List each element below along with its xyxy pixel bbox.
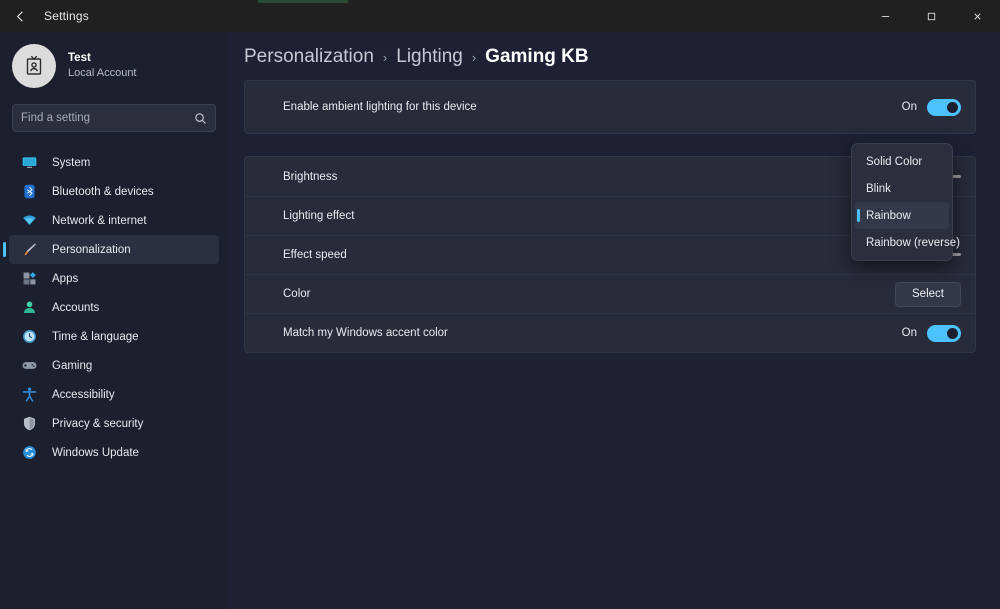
- settings-window: Settings Test Local Account Find a setti…: [0, 0, 1000, 609]
- sidebar-item-label: Time & language: [52, 330, 139, 343]
- accessibility-icon: [19, 385, 39, 405]
- menu-item-solid-color[interactable]: Solid Color: [855, 148, 949, 175]
- sidebar-nav: System Bluetooth & devices Network & inter…: [0, 148, 228, 467]
- breadcrumb-separator: ›: [382, 50, 388, 65]
- sidebar-item-privacy-security[interactable]: Privacy & security: [9, 409, 219, 438]
- user-profile[interactable]: Test Local Account: [0, 32, 228, 90]
- monitor-icon: [19, 153, 39, 173]
- ambient-lighting-label: Enable ambient lighting for this device: [283, 101, 477, 113]
- sidebar-item-label: Accounts: [52, 301, 100, 314]
- sidebar-item-label: Privacy & security: [52, 417, 144, 430]
- color-row: Color Select: [245, 274, 975, 313]
- ambient-lighting-row: Enable ambient lighting for this device …: [245, 81, 975, 133]
- minimize-button[interactable]: [862, 0, 908, 32]
- sidebar-item-label: System: [52, 156, 91, 169]
- sidebar-item-label: Personalization: [52, 243, 131, 256]
- sidebar-item-accessibility[interactable]: Accessibility: [9, 380, 219, 409]
- clock-icon: [19, 327, 39, 347]
- title-bar: Settings: [0, 0, 1000, 32]
- ambient-lighting-card: Enable ambient lighting for this device …: [244, 80, 976, 134]
- color-select-button[interactable]: Select: [895, 281, 961, 307]
- sidebar-item-label: Gaming: [52, 359, 93, 372]
- titlebar-accent-sliver: [258, 0, 348, 3]
- ambient-toggle-state: On: [901, 101, 917, 113]
- search-input[interactable]: [21, 112, 194, 124]
- sidebar: Test Local Account System Bluetooth & dev…: [0, 32, 228, 609]
- avatar: [12, 44, 56, 88]
- effect-speed-label: Effect speed: [283, 249, 347, 261]
- profile-account-type: Local Account: [68, 67, 137, 80]
- maximize-button[interactable]: [908, 0, 954, 32]
- menu-item-rainbow[interactable]: Rainbow: [855, 202, 949, 229]
- account-icon: [19, 298, 39, 318]
- breadcrumb-current: Gaming KB: [485, 46, 589, 67]
- sidebar-item-label: Network & internet: [52, 214, 147, 227]
- close-button[interactable]: [954, 0, 1000, 32]
- menu-item-blink[interactable]: Blink: [855, 175, 949, 202]
- breadcrumb-separator: ›: [471, 50, 477, 65]
- back-arrow-icon[interactable]: [0, 0, 40, 32]
- breadcrumb-personalization[interactable]: Personalization: [244, 46, 374, 68]
- profile-name: Test: [68, 51, 91, 64]
- sidebar-item-gaming[interactable]: Gaming: [9, 351, 219, 380]
- sidebar-item-network-internet[interactable]: Network & internet: [9, 206, 219, 235]
- menu-item-rainbow-reverse[interactable]: Rainbow (reverse): [855, 229, 960, 256]
- breadcrumb-lighting[interactable]: Lighting: [396, 46, 463, 68]
- match-accent-row: Match my Windows accent color On: [245, 313, 975, 352]
- search-icon: [194, 112, 207, 125]
- sidebar-item-time-language[interactable]: Time & language: [9, 322, 219, 351]
- update-icon: [19, 443, 39, 463]
- sidebar-item-apps[interactable]: Apps: [9, 264, 219, 293]
- shield-icon: [19, 414, 39, 434]
- sidebar-item-accounts[interactable]: Accounts: [9, 293, 219, 322]
- sidebar-item-windows-update[interactable]: Windows Update: [9, 438, 219, 467]
- sidebar-item-bluetooth-devices[interactable]: Bluetooth & devices: [9, 177, 219, 206]
- sidebar-item-label: Apps: [52, 272, 79, 285]
- lighting-effect-menu: Solid Color Blink Rainbow Rainbow (reverse): [851, 143, 960, 261]
- apps-icon: [19, 269, 39, 289]
- gamepad-icon: [19, 356, 39, 376]
- bluetooth-icon: [19, 182, 39, 202]
- sidebar-item-label: Windows Update: [52, 446, 139, 459]
- brightness-label: Brightness: [283, 170, 338, 183]
- search-box[interactable]: [12, 104, 216, 132]
- wifi-icon: [19, 211, 39, 231]
- color-label: Color: [283, 288, 311, 300]
- sidebar-item-label: Bluetooth & devices: [52, 185, 154, 198]
- sidebar-item-label: Accessibility: [52, 388, 115, 401]
- breadcrumb: Personalization › Lighting › Gaming KB: [228, 32, 1000, 80]
- match-accent-label: Match my Windows accent color: [283, 327, 448, 339]
- content-area: Personalization › Lighting › Gaming KB E…: [228, 32, 1000, 609]
- lighting-effect-label: Lighting effect: [283, 210, 355, 222]
- match-accent-toggle[interactable]: [927, 324, 961, 342]
- ambient-lighting-toggle[interactable]: [927, 98, 961, 116]
- match-accent-state: On: [901, 327, 917, 339]
- sidebar-item-personalization[interactable]: Personalization: [3, 235, 219, 264]
- paintbrush-icon: [19, 240, 39, 260]
- sidebar-item-system[interactable]: System: [9, 148, 219, 177]
- window-title: Settings: [44, 9, 89, 23]
